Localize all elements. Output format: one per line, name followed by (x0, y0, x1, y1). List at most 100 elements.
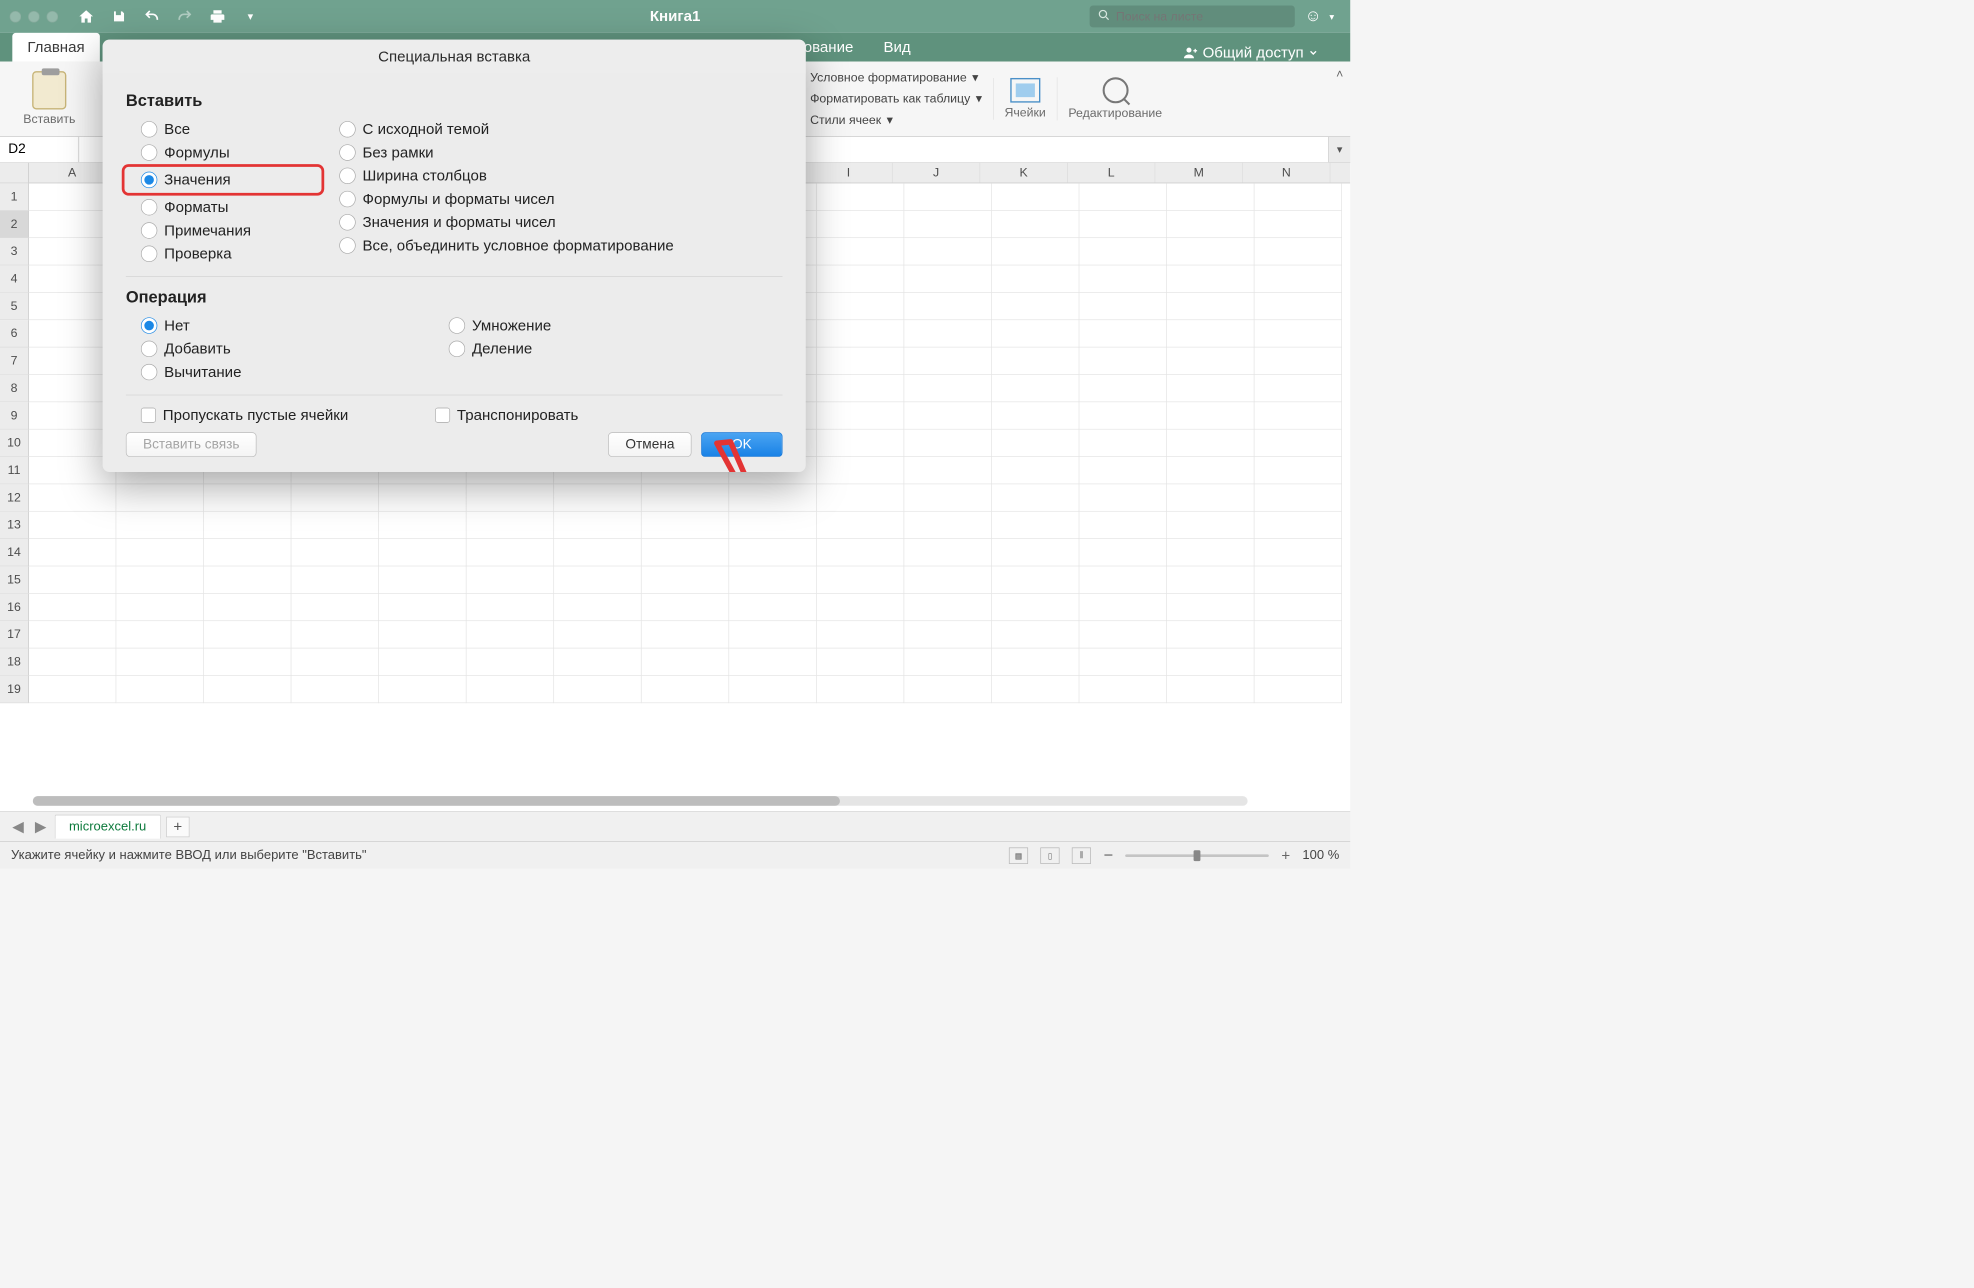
col-header[interactable]: N (1243, 163, 1331, 183)
cell[interactable] (817, 457, 905, 484)
col-header[interactable]: K (980, 163, 1068, 183)
row-header[interactable]: 5 (0, 293, 29, 320)
cell[interactable] (992, 293, 1080, 320)
cell[interactable] (291, 566, 379, 593)
cell[interactable] (992, 320, 1080, 347)
cell[interactable] (291, 539, 379, 566)
cell[interactable] (204, 676, 292, 703)
cell[interactable] (1079, 238, 1167, 265)
view-normal-icon[interactable]: ▦ (1009, 847, 1028, 863)
cell[interactable] (817, 566, 905, 593)
cell[interactable] (992, 457, 1080, 484)
cell[interactable] (817, 621, 905, 648)
zoom-in-button[interactable]: + (1281, 846, 1290, 864)
cell-styles-button[interactable]: Стили ячеек ▾ (788, 113, 982, 127)
cell[interactable] (116, 566, 204, 593)
col-header[interactable]: M (1155, 163, 1243, 183)
row-header[interactable]: 11 (0, 457, 29, 484)
cell[interactable] (992, 238, 1080, 265)
cell[interactable] (1167, 375, 1255, 402)
cell[interactable] (116, 676, 204, 703)
cell[interactable] (817, 402, 905, 429)
cell[interactable] (904, 621, 992, 648)
row-header[interactable]: 16 (0, 594, 29, 621)
row-header[interactable]: 14 (0, 539, 29, 566)
search-box[interactable] (1090, 5, 1295, 27)
cell[interactable] (642, 594, 730, 621)
cell[interactable] (1079, 265, 1167, 292)
cell[interactable] (642, 484, 730, 511)
horizontal-scrollbar[interactable] (33, 796, 1248, 806)
cell[interactable] (554, 648, 642, 675)
print-icon[interactable] (209, 8, 227, 26)
cell[interactable] (29, 512, 117, 539)
formula-expand-icon[interactable]: ▾ (1328, 137, 1350, 162)
radio-values[interactable]: Значения (126, 168, 318, 191)
cell[interactable] (1254, 648, 1342, 675)
radio-op-divide[interactable]: Деление (434, 337, 783, 360)
cell[interactable] (116, 594, 204, 621)
row-header[interactable]: 13 (0, 512, 29, 539)
cell[interactable] (379, 648, 467, 675)
cell[interactable] (1167, 402, 1255, 429)
cell[interactable] (1254, 320, 1342, 347)
cell[interactable] (817, 320, 905, 347)
cell[interactable] (116, 648, 204, 675)
cell[interactable] (29, 594, 117, 621)
cell[interactable] (1167, 594, 1255, 621)
cell[interactable] (729, 539, 817, 566)
cell[interactable] (379, 566, 467, 593)
cell[interactable] (554, 484, 642, 511)
cell[interactable] (1167, 183, 1255, 210)
zoom-out-button[interactable]: − (1103, 846, 1113, 865)
cell[interactable] (642, 539, 730, 566)
save-icon[interactable] (110, 8, 128, 26)
row-header[interactable]: 1 (0, 183, 29, 210)
radio-col-widths[interactable]: Ширина столбцов (324, 164, 782, 187)
radio-all[interactable]: Все (126, 118, 324, 141)
cell[interactable] (379, 676, 467, 703)
cell[interactable] (642, 676, 730, 703)
cell[interactable] (291, 594, 379, 621)
cell[interactable] (29, 566, 117, 593)
cell[interactable] (817, 430, 905, 457)
find-icon[interactable] (1102, 77, 1128, 103)
col-header[interactable]: J (893, 163, 981, 183)
cell[interactable] (992, 183, 1080, 210)
cell[interactable] (642, 566, 730, 593)
cell[interactable] (642, 512, 730, 539)
cell[interactable] (992, 265, 1080, 292)
cell[interactable] (904, 648, 992, 675)
cell[interactable] (817, 293, 905, 320)
cell[interactable] (204, 566, 292, 593)
cell[interactable] (1254, 621, 1342, 648)
cell[interactable] (1254, 238, 1342, 265)
cell[interactable] (817, 594, 905, 621)
cell[interactable] (1167, 539, 1255, 566)
cell[interactable] (729, 621, 817, 648)
cell[interactable] (1079, 320, 1167, 347)
paste-icon[interactable] (32, 71, 66, 109)
cell[interactable] (1079, 211, 1167, 238)
row-header[interactable]: 10 (0, 430, 29, 457)
cell[interactable] (904, 430, 992, 457)
cell[interactable] (817, 238, 905, 265)
cell[interactable] (904, 347, 992, 374)
cell[interactable] (1254, 566, 1342, 593)
cell[interactable] (992, 347, 1080, 374)
add-sheet-button[interactable]: + (166, 816, 189, 837)
radio-op-none[interactable]: Нет (126, 314, 434, 337)
cell[interactable] (1167, 676, 1255, 703)
cell[interactable] (1079, 594, 1167, 621)
zoom-thumb[interactable] (1194, 850, 1201, 861)
view-page-layout-icon[interactable]: ▯ (1041, 847, 1060, 863)
cell[interactable] (1167, 648, 1255, 675)
cell[interactable] (1079, 484, 1167, 511)
cell[interactable] (992, 676, 1080, 703)
radio-op-multiply[interactable]: Умножение (434, 314, 783, 337)
cell[interactable] (204, 512, 292, 539)
cell[interactable] (1254, 293, 1342, 320)
cell[interactable] (1079, 648, 1167, 675)
cell[interactable] (1079, 430, 1167, 457)
cell[interactable] (992, 539, 1080, 566)
